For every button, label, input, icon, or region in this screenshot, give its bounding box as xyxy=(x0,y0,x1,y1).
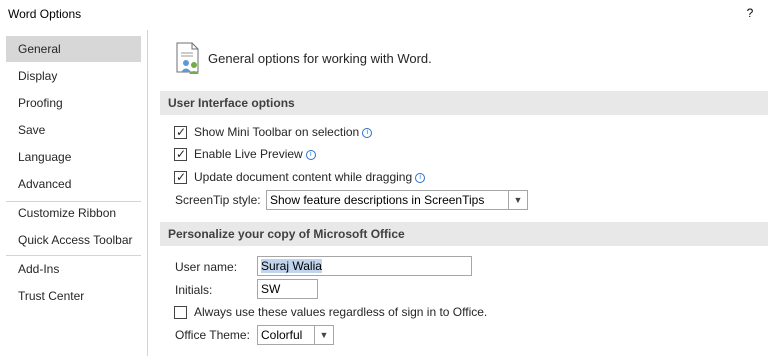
username-label: User name: xyxy=(175,260,238,274)
section-title: Personalize your copy of Microsoft Offic… xyxy=(168,227,405,241)
screentip-style-dropdown[interactable]: Show feature descriptions in ScreenTips … xyxy=(266,190,528,210)
checkbox[interactable]: ✓ xyxy=(174,147,187,161)
sidebar-item-advanced[interactable]: Advanced xyxy=(6,171,141,197)
general-options-icon xyxy=(174,42,204,76)
checkbox[interactable]: ✓ xyxy=(174,170,187,184)
checkmark-icon: ✓ xyxy=(176,125,187,139)
dialog-title: Word Options xyxy=(8,7,82,21)
chevron-down-icon[interactable]: ▼ xyxy=(314,326,333,344)
username-input[interactable]: Suraj Walia xyxy=(257,256,472,276)
dropdown-value: Show feature descriptions in ScreenTips xyxy=(270,193,485,207)
word-options-dialog: Word Options ? General Display Proofing … xyxy=(0,0,768,356)
page-intro: General options for working with Word. xyxy=(208,51,432,66)
sidebar-item-quick-access-toolbar[interactable]: Quick Access Toolbar xyxy=(6,227,141,253)
sidebar-item-display[interactable]: Display xyxy=(6,63,141,89)
info-icon[interactable]: i xyxy=(362,128,373,138)
general-options-panel: General options for working with Word. U… xyxy=(148,30,768,356)
info-icon[interactable]: i xyxy=(305,150,316,160)
chevron-down-icon[interactable]: ▼ xyxy=(508,191,527,209)
options-sidebar: General Display Proofing Save Language A… xyxy=(0,30,148,356)
option-label: Show Mini Toolbar on selection xyxy=(194,125,360,139)
info-icon[interactable]: i xyxy=(415,173,426,183)
sidebar-item-customize-ribbon[interactable]: Customize Ribbon xyxy=(6,200,141,226)
title-bar: Word Options ? xyxy=(0,0,768,30)
initials-label: Initials: xyxy=(175,283,213,297)
section-header-ui-options: User Interface options xyxy=(160,91,768,115)
sidebar-item-language[interactable]: Language xyxy=(6,144,141,170)
initials-input[interactable]: SW xyxy=(257,279,318,299)
dropdown-value: Colorful xyxy=(261,328,303,342)
checkbox[interactable] xyxy=(174,306,187,319)
initials-value: SW xyxy=(261,282,281,296)
sidebar-item-proofing[interactable]: Proofing xyxy=(6,90,141,116)
office-theme-dropdown[interactable]: Colorful ▼ xyxy=(257,325,334,345)
checkmark-icon: ✓ xyxy=(176,170,187,184)
section-header-personalize: Personalize your copy of Microsoft Offic… xyxy=(160,222,768,246)
checkmark-icon: ✓ xyxy=(176,147,187,161)
option-label: Update document content while dragging xyxy=(194,170,413,184)
office-theme-label: Office Theme: xyxy=(175,328,250,342)
option-label: Always use these values regardless of si… xyxy=(194,305,488,319)
sidebar-item-add-ins[interactable]: Add-Ins xyxy=(6,256,141,282)
username-value: Suraj Walia xyxy=(261,259,322,273)
checkbox[interactable]: ✓ xyxy=(174,125,187,139)
section-title: User Interface options xyxy=(168,96,295,110)
sidebar-item-general[interactable]: General xyxy=(6,36,141,62)
sidebar-item-trust-center[interactable]: Trust Center xyxy=(6,283,141,309)
help-button[interactable]: ? xyxy=(743,6,757,22)
sidebar-item-save[interactable]: Save xyxy=(6,117,141,143)
option-label: Enable Live Preview xyxy=(194,147,303,161)
screentip-style-label: ScreenTip style: xyxy=(175,193,261,207)
